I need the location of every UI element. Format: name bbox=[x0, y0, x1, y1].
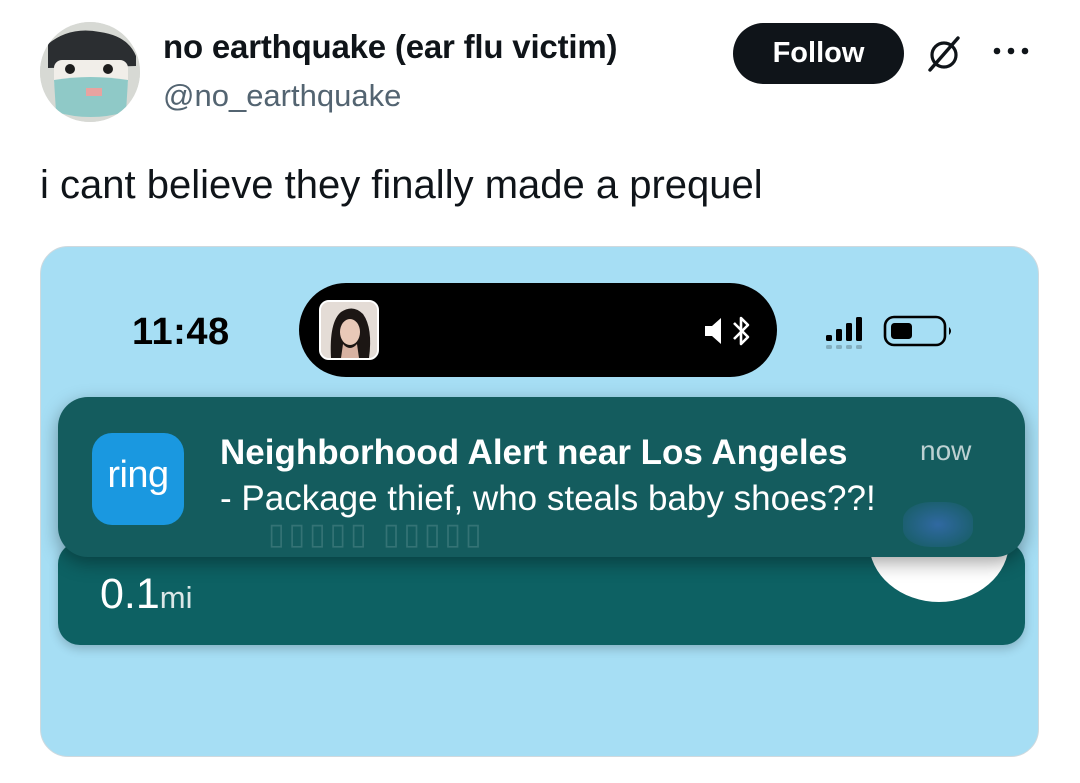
follow-button[interactable]: Follow bbox=[733, 23, 904, 84]
distance-unit: mi bbox=[159, 580, 193, 615]
battery-icon bbox=[883, 315, 951, 347]
background-blur-dot bbox=[903, 502, 973, 547]
distance-value: 0.1 bbox=[100, 570, 160, 618]
speaker-bluetooth-icon bbox=[705, 316, 750, 346]
dynamic-island bbox=[299, 283, 777, 377]
avatar[interactable] bbox=[40, 22, 140, 122]
tweet-media-image[interactable]: 11:48 0.1mi ▯▯▯▯▯ ▯▯▯▯▯ ring Neighborhoo… bbox=[40, 246, 1039, 757]
tweet-text: i cant believe they finally made a prequ… bbox=[40, 163, 763, 207]
status-bar-time: 11:48 bbox=[132, 311, 230, 353]
notification-time: now bbox=[920, 435, 972, 466]
grok-icon[interactable] bbox=[924, 34, 964, 74]
author-display-name[interactable]: no earthquake (ear flu victim) bbox=[163, 28, 617, 66]
notification-title: Neighborhood Alert near Los Angeles bbox=[220, 433, 848, 472]
push-notification[interactable]: ▯▯▯▯▯ ▯▯▯▯▯ ring Neighborhood Alert near… bbox=[58, 397, 1025, 557]
notification-body: - Package thief, who steals baby shoes??… bbox=[220, 479, 876, 518]
background-blur-text: ▯▯▯▯▯ ▯▯▯▯▯ bbox=[268, 518, 486, 551]
album-art bbox=[319, 300, 379, 360]
ring-app-label: ring bbox=[107, 453, 169, 496]
signal-icon bbox=[826, 317, 862, 349]
ring-app-icon: ring bbox=[92, 433, 184, 525]
alert-distance: 0.1mi bbox=[100, 570, 193, 619]
author-handle[interactable]: @no_earthquake bbox=[163, 78, 401, 114]
more-options-icon[interactable] bbox=[988, 36, 1034, 66]
ring-alert-card[interactable]: 0.1mi bbox=[58, 482, 1025, 645]
avatar-image bbox=[40, 22, 140, 122]
